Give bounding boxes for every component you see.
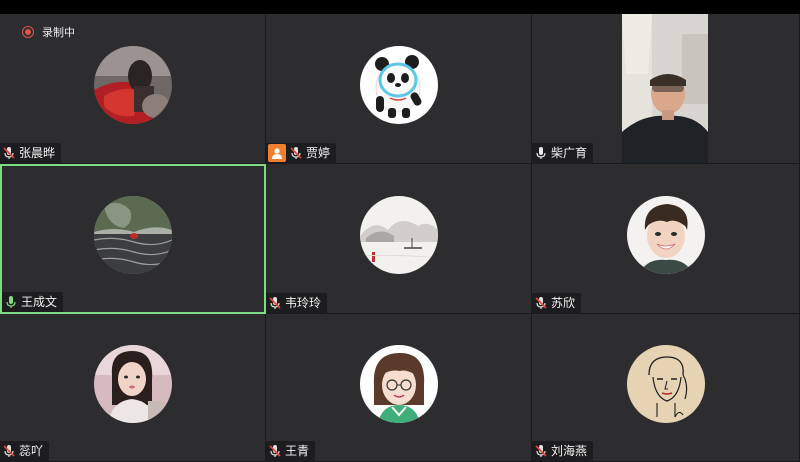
recording-label: 录制中 [42, 26, 75, 39]
participant-tile[interactable]: 王青 [266, 314, 532, 462]
mic-speaking-icon [4, 294, 18, 310]
mic-muted-icon [534, 443, 548, 459]
participant-tile[interactable]: 刘海燕 [532, 314, 800, 462]
participant-tile[interactable]: 韦玲玲 [266, 164, 532, 314]
participant-nameplate: 王青 [266, 441, 316, 461]
participant-tile[interactable]: 录制中 张晨晔 [0, 14, 266, 164]
mic-muted-icon [534, 295, 548, 311]
title-bar [0, 0, 800, 14]
video-conference-window: 录制中 张晨晔 贾婷 柴广育 王成文 韦玲玲 苏欣 蕊吖 王青 刘海燕 [0, 0, 800, 462]
participant-nameplate: 柴广育 [532, 143, 594, 163]
mic-muted-icon [268, 295, 282, 311]
participant-name: 柴广育 [551, 146, 588, 160]
mic-muted-icon [268, 443, 282, 459]
participant-name: 刘海燕 [551, 444, 588, 458]
participant-name: 蕊吖 [19, 444, 44, 458]
participant-nameplate: 苏欣 [532, 293, 582, 313]
participant-name: 贾婷 [306, 146, 331, 160]
mic-muted-icon [2, 145, 16, 161]
panda-mascot-avatar [359, 45, 438, 124]
participant-gallery: 录制中 张晨晔 贾婷 柴广育 王成文 韦玲玲 苏欣 蕊吖 王青 刘海燕 [0, 14, 800, 462]
participant-nameplate: 王成文 [2, 292, 64, 312]
participant-name: 苏欣 [551, 296, 576, 310]
record-icon [22, 26, 34, 38]
participant-tile[interactable]: 苏欣 [532, 164, 800, 314]
line-art-woman-avatar [626, 344, 705, 423]
ink-painting-boat-avatar [359, 195, 438, 274]
participant-name: 王青 [285, 444, 310, 458]
recording-indicator[interactable]: 录制中 [22, 24, 75, 40]
red-umbrella-photo-avatar [93, 45, 172, 124]
participant-nameplate: 韦玲玲 [266, 293, 328, 313]
participant-nameplate: 贾婷 [266, 143, 337, 163]
participant-tile[interactable]: 贾婷 [266, 14, 532, 164]
participant-nameplate: 蕊吖 [0, 441, 50, 461]
participant-name: 张晨晔 [19, 146, 56, 160]
smiling-boy-avatar [626, 195, 705, 274]
mic-on-icon [534, 145, 548, 161]
participant-nameplate: 刘海燕 [532, 441, 594, 461]
host-user-icon [268, 144, 286, 162]
participant-tile[interactable]: 蕊吖 [0, 314, 266, 462]
cartoon-girl-glasses-avatar [359, 344, 438, 423]
participant-name: 韦玲玲 [285, 296, 322, 310]
participant-tile[interactable]: 柴广育 [532, 14, 800, 164]
girl-photo-avatar [93, 344, 172, 423]
mic-muted-icon [289, 145, 303, 161]
participant-name: 王成文 [21, 295, 58, 309]
participant-nameplate: 张晨晔 [0, 143, 62, 163]
rocky-river-photo-avatar [94, 196, 172, 274]
mic-muted-icon [2, 443, 16, 459]
live-camera-video [622, 14, 708, 163]
participant-tile-active-speaker[interactable]: 王成文 [0, 164, 266, 314]
